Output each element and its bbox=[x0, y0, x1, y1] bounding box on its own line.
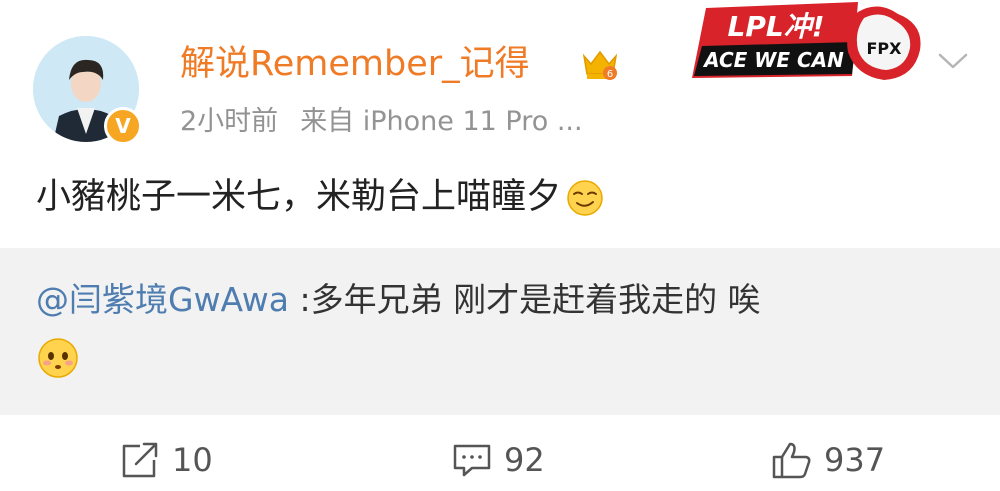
blush-emoji-icon bbox=[38, 338, 78, 378]
quoted-comment-text: @闫紫境GwAwa :多年兄弟 刚才是赶着我走的 唉 bbox=[36, 278, 761, 322]
repost-count: 10 bbox=[172, 441, 213, 479]
thumbs-up-icon bbox=[772, 442, 811, 479]
action-bar: 10 92 937 bbox=[0, 430, 1000, 491]
svg-text:6: 6 bbox=[607, 69, 613, 80]
fan-badge-card[interactable]: LPL冲! ACE WE CAN FPX bbox=[688, 2, 926, 82]
username[interactable]: 解说Remember_记得 bbox=[180, 42, 530, 86]
repost-icon bbox=[122, 442, 158, 478]
crown-icon[interactable]: 6 bbox=[580, 44, 620, 84]
fan-badge-bottom-text: ACE WE CAN bbox=[702, 48, 844, 72]
verified-v-icon: V bbox=[104, 107, 142, 145]
like-button[interactable]: 937 bbox=[770, 440, 885, 480]
like-count: 937 bbox=[824, 441, 886, 479]
smirk-emoji-icon bbox=[567, 180, 603, 216]
comment-count: 92 bbox=[504, 441, 545, 479]
post-meta: 2小时前 来自 iPhone 11 Pro ... bbox=[180, 104, 583, 140]
fan-badge-team: FPX bbox=[867, 39, 903, 58]
post-content: 小豬桃子一米七，米勒台上喵瞳夕 bbox=[36, 174, 605, 220]
chevron-down-icon[interactable] bbox=[936, 48, 970, 74]
weibo-post: V 解说Remember_记得 6 2小时前 来自 iPhone 11 Pro .… bbox=[0, 0, 1000, 491]
post-time: 2小时前 bbox=[180, 106, 279, 137]
post-source: 来自 iPhone 11 Pro ... bbox=[300, 106, 583, 137]
mention-link[interactable]: @闫紫境GwAwa bbox=[36, 280, 289, 319]
comment-icon bbox=[453, 444, 491, 477]
comment-button[interactable]: 92 bbox=[450, 440, 545, 480]
repost-button[interactable]: 10 bbox=[118, 440, 213, 480]
post-content-text: 小豬桃子一米七，米勒台上喵瞳夕 bbox=[36, 177, 562, 217]
fan-badge-top-text: LPL冲! bbox=[728, 10, 825, 43]
quoted-comment-body: :多年兄弟 刚才是赶着我走的 唉 bbox=[289, 280, 761, 319]
quoted-comment[interactable]: @闫紫境GwAwa :多年兄弟 刚才是赶着我走的 唉 bbox=[0, 248, 1000, 415]
